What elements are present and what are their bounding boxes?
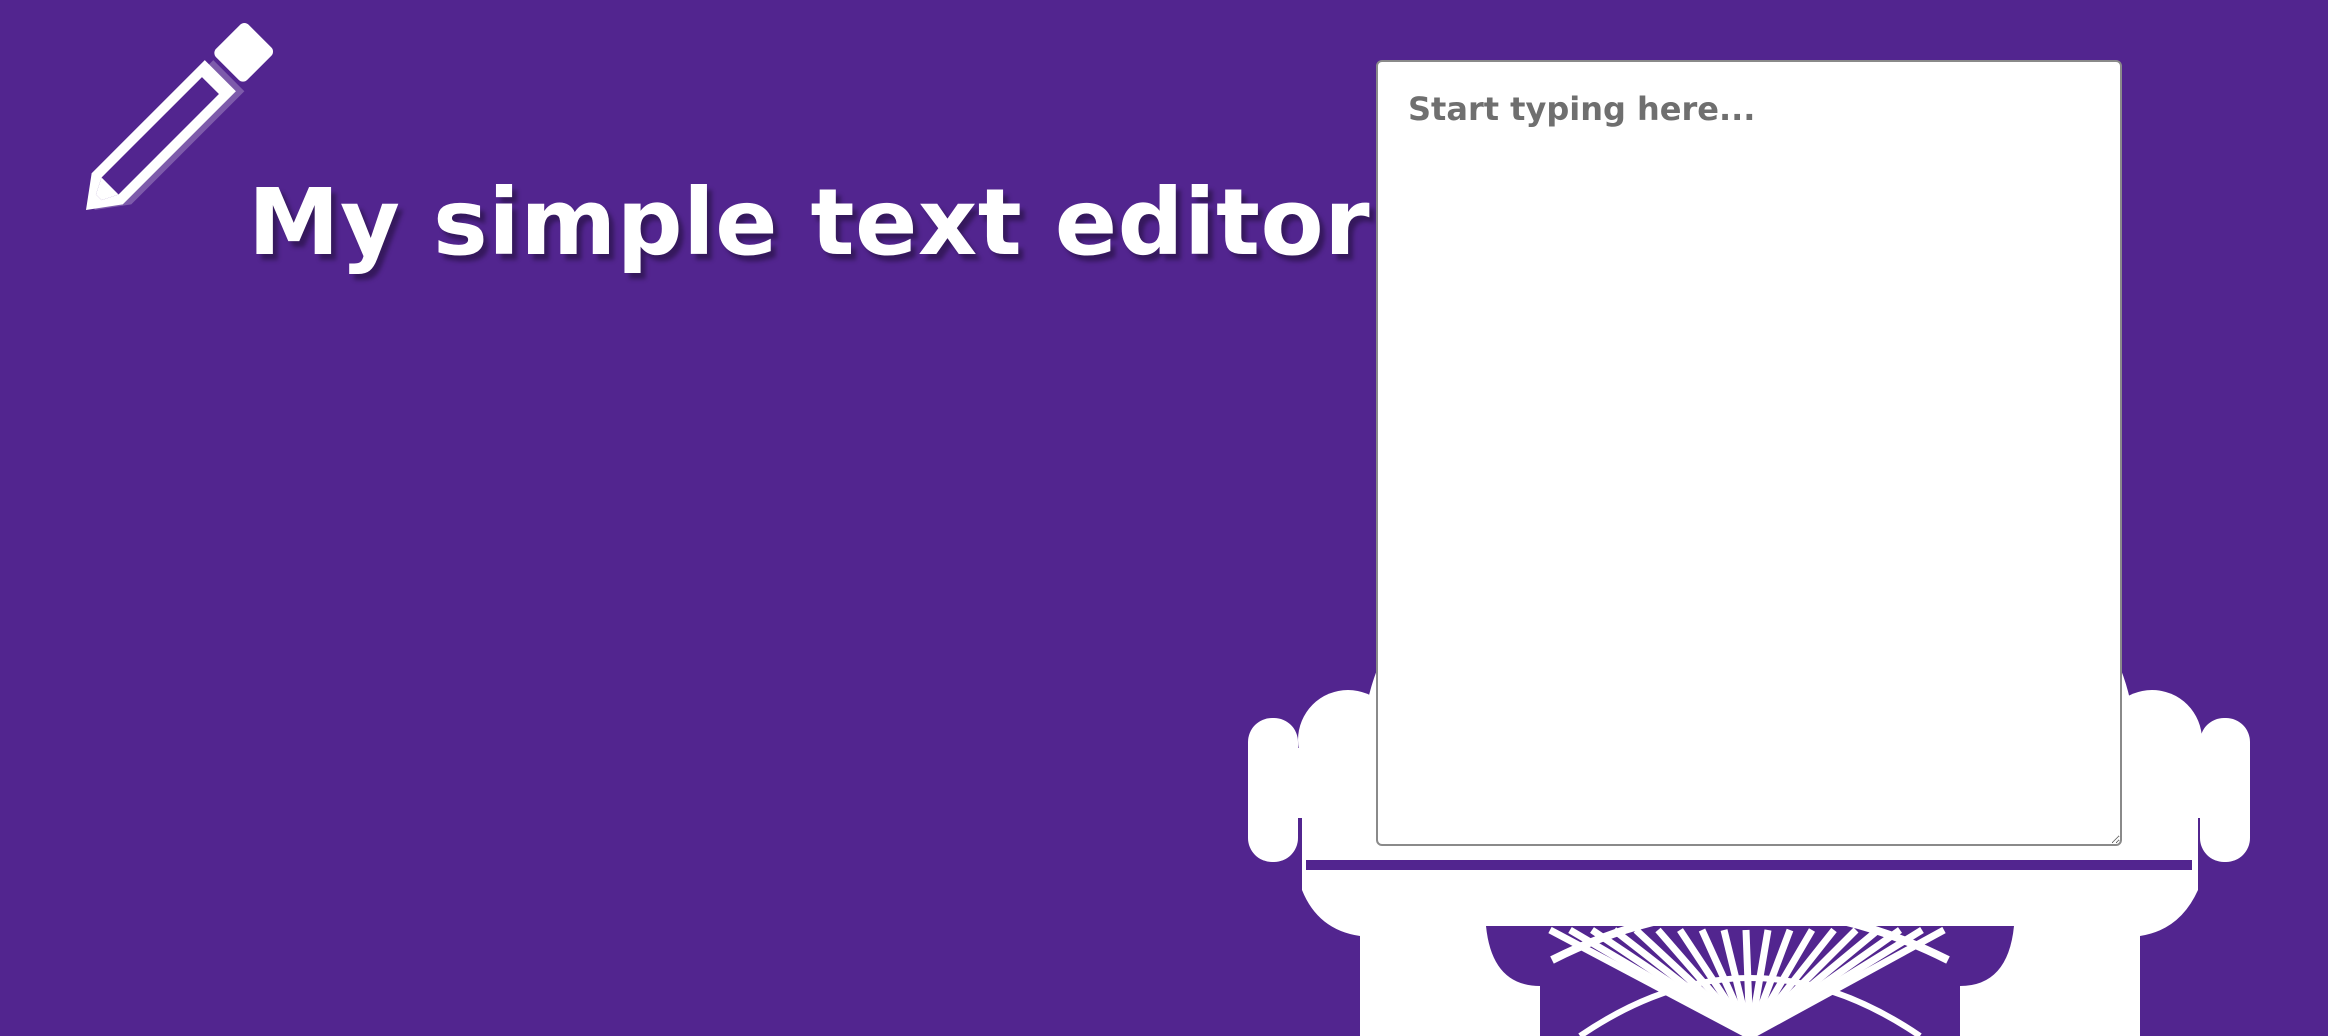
page-title: My simple text editor — [248, 169, 1371, 276]
editor-textarea[interactable] — [1376, 60, 2122, 846]
carriage-bar — [1306, 860, 2192, 870]
app-stage: My simple text editor — [0, 0, 2328, 1036]
